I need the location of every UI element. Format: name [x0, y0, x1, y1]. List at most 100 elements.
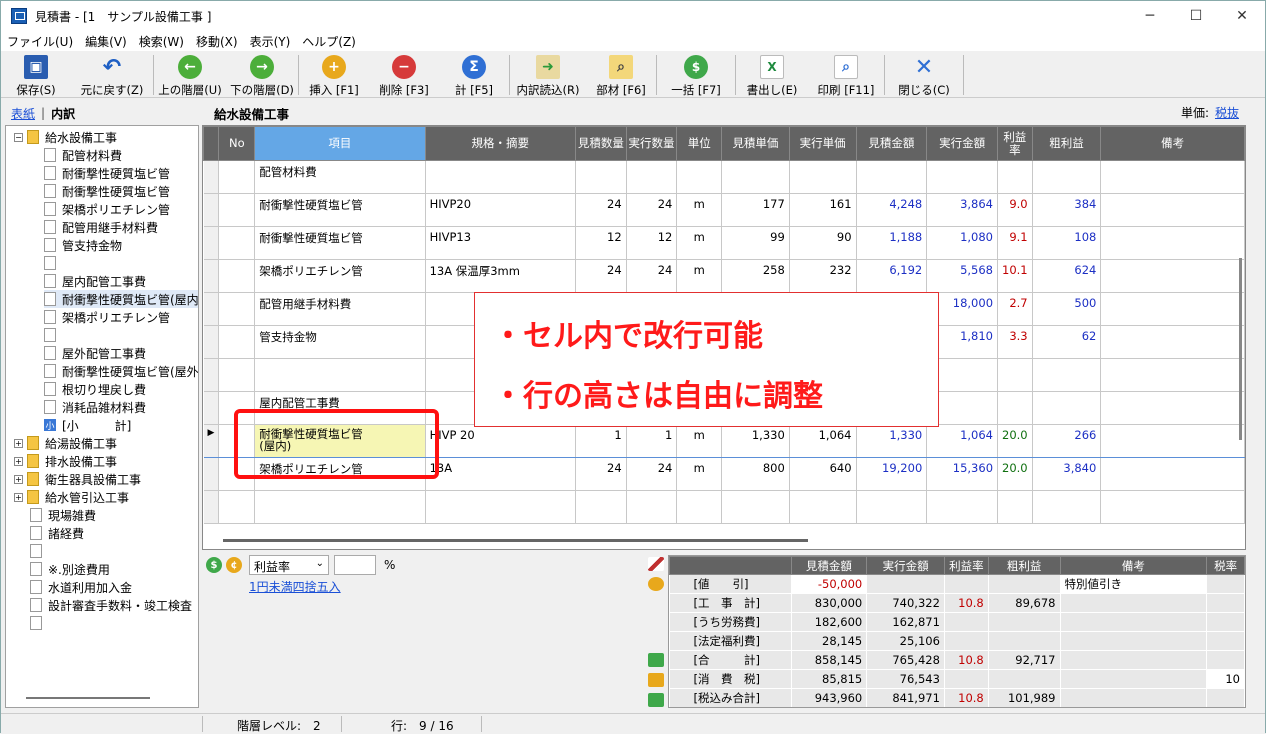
cell-exec-amount[interactable]: 1,080 [926, 226, 999, 260]
row-indicator[interactable] [203, 193, 220, 227]
cell-no[interactable] [218, 193, 256, 227]
summary-row[interactable]: [工 事 計] 830,000 740,322 10.8 89,678 [669, 593, 1245, 613]
cell-exec-unit-price[interactable]: 161 [789, 193, 857, 227]
cell-exec-amount[interactable] [926, 490, 999, 524]
cell-unit[interactable] [676, 160, 723, 194]
col-amount[interactable]: 見積金額 [855, 126, 928, 161]
cell-margin[interactable] [997, 160, 1033, 194]
tree-item[interactable]: 消耗品雑材料費 [44, 398, 146, 416]
table-row[interactable]: 配管材料費 [203, 160, 1245, 194]
cell-note[interactable] [1100, 292, 1245, 326]
cell-profit[interactable] [1032, 490, 1102, 524]
tree-item[interactable]: 設計審査手数料・竣工検査 [30, 596, 192, 614]
dollar-icon[interactable]: $ [206, 557, 222, 573]
cell-unit-price[interactable] [721, 160, 790, 194]
menu-search[interactable]: 検索(W) [133, 33, 190, 50]
cell-qty[interactable]: 12 [575, 226, 627, 260]
cell-exec-unit-price[interactable]: 1,064 [789, 424, 857, 458]
cell-exec-amount[interactable] [926, 160, 999, 194]
percent-input[interactable] [334, 555, 376, 575]
cell-margin[interactable]: 20.0 [997, 457, 1033, 491]
cell-exec-qty[interactable]: 12 [626, 226, 678, 260]
cell-note[interactable] [1100, 391, 1245, 425]
cell-amount[interactable]: 6,192 [856, 259, 928, 293]
cell-amount[interactable]: 19,200 [856, 457, 928, 491]
cell-note[interactable] [1100, 490, 1245, 524]
cell-profit[interactable] [1032, 160, 1102, 194]
cell-amount[interactable]: 1,330 [856, 424, 928, 458]
rounding-link[interactable]: 1円未満四捨五入 [249, 578, 341, 595]
tree-item[interactable]: 架橋ポリエチレン管 [44, 200, 170, 218]
cell-margin[interactable] [997, 358, 1033, 392]
row-indicator[interactable] [203, 391, 220, 425]
cell-no[interactable] [218, 358, 256, 392]
cell-unit[interactable]: m [676, 424, 723, 458]
cell-no[interactable] [218, 292, 256, 326]
cell-profit[interactable]: 266 [1032, 424, 1102, 458]
summary-row[interactable]: [法定福利費] 28,145 25,106 [669, 631, 1245, 651]
cell-margin[interactable] [997, 490, 1033, 524]
pencil-icon[interactable] [648, 557, 664, 571]
cell-exec-qty[interactable] [626, 160, 678, 194]
cell-exec-qty[interactable]: 24 [626, 457, 678, 491]
print-button[interactable]: ⌕ 印刷 [F11] [808, 52, 884, 98]
cell-note[interactable] [1100, 259, 1245, 293]
menu-view[interactable]: 表示(Y) [244, 33, 297, 50]
margin-select[interactable]: 利益率 ⌄ [249, 555, 329, 575]
summary-row[interactable]: [消 費 税] 85,815 76,543 10 [669, 669, 1245, 689]
cell-unit-price[interactable]: 258 [721, 259, 790, 293]
materials-button[interactable]: ⌕ 部材 [F6] [586, 52, 656, 98]
cell-spec[interactable]: HIVP 20 [425, 424, 577, 458]
expand-icon[interactable]: + [14, 492, 23, 502]
cell-unit[interactable] [676, 490, 723, 524]
row-indicator[interactable] [203, 259, 220, 293]
cell-margin[interactable] [997, 391, 1033, 425]
col-unit[interactable]: 単位 [676, 126, 723, 161]
cell-note[interactable] [1100, 358, 1245, 392]
cell-amount[interactable]: 4,248 [856, 193, 928, 227]
tax-mode-link[interactable]: 税抜 [1215, 106, 1239, 120]
row-indicator[interactable] [203, 160, 220, 194]
cell-item[interactable]: 耐衝撃性硬質塩ビ管 [254, 193, 426, 227]
cell-profit[interactable] [1032, 358, 1102, 392]
cell-item[interactable]: 管支持金物 [254, 325, 426, 359]
tree-item[interactable]: 水道利用加入金 [30, 578, 132, 596]
cell-no[interactable] [218, 160, 256, 194]
coin-icon[interactable]: ¢ [226, 557, 242, 573]
cell-unit[interactable]: m [676, 259, 723, 293]
cell-exec-unit-price[interactable]: 90 [789, 226, 857, 260]
expand-icon[interactable]: + [14, 438, 23, 448]
cell-spec[interactable]: 13A [425, 457, 577, 491]
cell-exec-unit-price[interactable] [789, 490, 857, 524]
tree-item[interactable]: 現場雑費 [30, 506, 96, 524]
menu-edit[interactable]: 編集(V) [79, 33, 133, 50]
cell-unit-price[interactable] [721, 490, 790, 524]
cell-note[interactable] [1100, 193, 1245, 227]
col-exec-qty[interactable]: 実行数量 [625, 126, 678, 161]
cell-note[interactable] [1100, 226, 1245, 260]
cell-qty[interactable] [575, 490, 627, 524]
row-indicator[interactable] [203, 325, 220, 359]
tree-item[interactable]: 諸経費 [30, 524, 84, 542]
tree-item[interactable]: + 給湯設備工事 [14, 434, 117, 452]
col-spec[interactable]: 規格・摘要 [424, 126, 577, 161]
cell-profit[interactable]: 108 [1032, 226, 1102, 260]
cell-unit-price[interactable]: 800 [721, 457, 790, 491]
cell-exec-amount[interactable]: 1,064 [926, 424, 999, 458]
current-row-arrow-icon[interactable]: ▶ [203, 424, 220, 458]
tree-item[interactable]: 管支持金物 [44, 236, 122, 254]
cell-margin[interactable]: 20.0 [997, 424, 1033, 458]
col-qty[interactable]: 見積数量 [575, 126, 627, 161]
tree-item[interactable] [44, 254, 62, 272]
col-unit-price[interactable]: 見積単価 [721, 126, 790, 161]
tree-item[interactable]: 耐衝撃性硬質塩ビ管 [44, 182, 170, 200]
cell-qty[interactable]: 24 [575, 259, 627, 293]
tree-item[interactable]: 屋内配管工事費 [44, 272, 146, 290]
tab-cover[interactable]: 表紙 [11, 105, 35, 122]
expand-icon[interactable]: + [14, 474, 23, 484]
cell-exec-amount[interactable]: 15,360 [926, 457, 999, 491]
row-indicator[interactable] [203, 358, 220, 392]
summary-tax-input[interactable]: 10 [1206, 669, 1245, 689]
delete-button[interactable]: − 削除 [F3] [369, 52, 439, 98]
cell-profit[interactable] [1032, 391, 1102, 425]
